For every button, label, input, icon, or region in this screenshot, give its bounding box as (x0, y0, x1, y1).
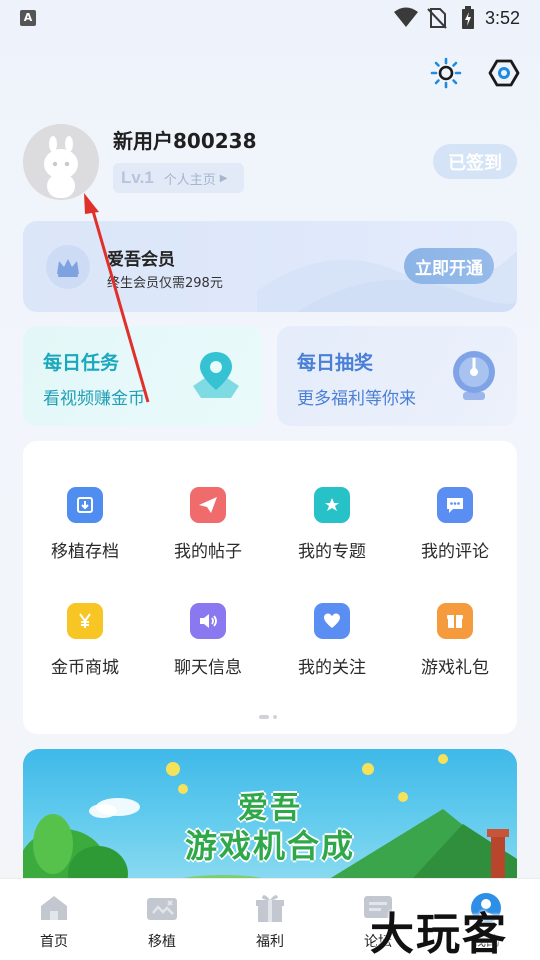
daily-lottery-subtitle: 更多福利等你来 (297, 389, 416, 409)
grid-item-label: 聊天信息 (174, 658, 242, 678)
no-sim-icon (427, 8, 447, 29)
tab-label: 移植 (148, 934, 176, 950)
level-badge: Lv.1 (121, 168, 154, 187)
grid-item-label: 我的帖子 (174, 542, 242, 562)
vip-open-button[interactable]: 立即开通 (404, 248, 494, 284)
crown-icon (46, 245, 90, 289)
lottery-wheel-icon (453, 351, 495, 400)
theme-toggle-sun-icon[interactable] (428, 55, 464, 91)
daily-task-subtitle: 看视频赚金币 (43, 389, 145, 409)
grid-item-label: 金币商城 (51, 658, 119, 678)
username: 新用户800238 (113, 129, 257, 153)
map-pin-icon (193, 352, 239, 398)
tab-port[interactable]: 移植 (108, 879, 216, 960)
grid-item-following[interactable]: 我的关注 (270, 598, 394, 688)
yen-coin-icon (67, 603, 103, 639)
app-notification-icon: A (20, 10, 36, 26)
grid-item-label: 移植存档 (51, 542, 119, 562)
status-bar: A 3:52 (0, 0, 540, 36)
tab-welfare[interactable]: 福利 (216, 879, 324, 960)
gift-box-icon (437, 603, 473, 639)
paper-plane-icon (190, 487, 226, 523)
page-indicator (259, 715, 277, 719)
tab-home[interactable]: 首页 (0, 879, 108, 960)
vip-title: 爱吾会员 (107, 250, 175, 270)
daily-task-title: 每日任务 (43, 352, 120, 374)
clock: 3:52 (485, 8, 521, 28)
function-grid: 移植存档 我的帖子 我的专题 我的评论 金币商城 聊天信息 我的关注 游戏礼包 (23, 441, 517, 734)
profile-home-link[interactable]: Lv.1 个人主页 ▶ (113, 163, 244, 193)
daily-lottery-card[interactable]: 每日抽奖 更多福利等你来 (277, 326, 517, 426)
daily-task-card[interactable]: 每日任务 看视频赚金币 (23, 326, 263, 426)
chevron-right-icon: ▶ (219, 172, 228, 184)
gift-icon (253, 891, 287, 925)
wifi-icon (394, 7, 418, 27)
grid-item-label: 我的关注 (298, 658, 366, 678)
tab-label: 首页 (40, 934, 68, 950)
game-banner[interactable]: 爱吾 游戏机合成 (23, 749, 517, 889)
grid-item-label: 我的专题 (298, 542, 366, 562)
vip-subtitle: 终生会员仅需298元 (107, 276, 223, 291)
battery-charging-icon (462, 6, 474, 29)
grid-item-game-gifts[interactable]: 游戏礼包 (393, 598, 517, 688)
vip-card[interactable]: 爱吾会员 终生会员仅需298元 立即开通 (23, 221, 517, 312)
grid-item-my-posts[interactable]: 我的帖子 (146, 482, 270, 572)
avatar[interactable] (23, 124, 99, 200)
grid-item-coin-mall[interactable]: 金币商城 (23, 598, 147, 688)
banner-title-line2: 游戏机合成 (184, 827, 355, 865)
grid-item-label: 游戏礼包 (421, 658, 489, 678)
avatar-placeholder-icon (44, 136, 78, 198)
comment-icon (437, 487, 473, 523)
grid-item-my-topics[interactable]: 我的专题 (270, 482, 394, 572)
grid-item-chat[interactable]: 聊天信息 (146, 598, 270, 688)
signed-in-button[interactable]: 已签到 (433, 144, 517, 179)
settings-icon[interactable] (486, 55, 522, 91)
speaker-icon (190, 603, 226, 639)
profile-home-label: 个人主页 (163, 172, 216, 188)
archive-download-icon (67, 487, 103, 523)
grid-item-my-comments[interactable]: 我的评论 (393, 482, 517, 572)
heart-icon (314, 603, 350, 639)
tab-label: 福利 (256, 934, 284, 950)
grid-item-label: 我的评论 (421, 542, 489, 562)
daily-lottery-title: 每日抽奖 (297, 352, 374, 374)
star-topic-icon (314, 487, 350, 523)
grid-item-archive[interactable]: 移植存档 (23, 482, 147, 572)
gamepad-icon (145, 891, 179, 925)
watermark-text: 大玩客 (370, 909, 508, 960)
home-icon (37, 891, 71, 925)
